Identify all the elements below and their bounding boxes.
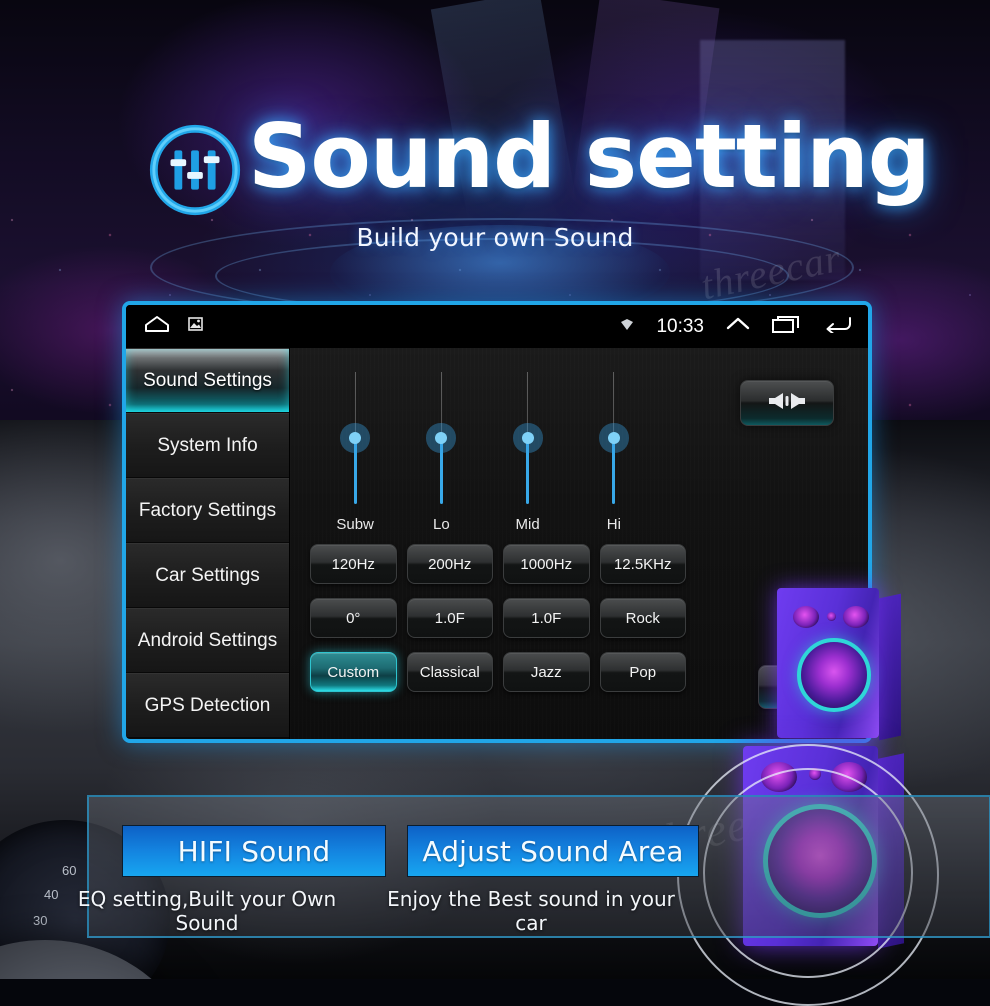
sidebar-item-factory-settings[interactable]: Factory Settings bbox=[126, 478, 289, 543]
clock: 10:33 bbox=[656, 315, 704, 337]
crossover-120hz-button[interactable]: 120Hz bbox=[310, 544, 397, 584]
port-icon bbox=[827, 612, 836, 621]
sidebar: Sound Settings System Info Factory Setti… bbox=[126, 348, 290, 739]
banner-column-hifi: HIFI Sound EQ setting,Built your Own Sou… bbox=[78, 797, 389, 936]
slider-subw[interactable]: Subw bbox=[312, 366, 398, 533]
hero-section: Sound setting Build your own Sound bbox=[0, 55, 990, 252]
sidebar-item-label: System Info bbox=[157, 434, 258, 456]
preset-pop-button[interactable]: Pop bbox=[599, 652, 686, 692]
sidebar-item-label: Factory Settings bbox=[138, 499, 277, 521]
balance-fader-button[interactable] bbox=[740, 380, 834, 426]
slider-label: Subw bbox=[336, 516, 374, 533]
balance-speakers-icon bbox=[765, 390, 809, 417]
chevron-up-icon[interactable] bbox=[726, 316, 750, 337]
slider-label: Hi bbox=[606, 516, 621, 533]
sidebar-item-car-settings[interactable]: Car Settings bbox=[126, 543, 289, 608]
feature-banner: HIFI Sound EQ setting,Built your Own Sou… bbox=[78, 795, 990, 938]
preset-custom-button[interactable]: Custom bbox=[310, 652, 397, 692]
speaker-top-side bbox=[879, 593, 901, 741]
crossover-200hz-button[interactable]: 200Hz bbox=[406, 544, 493, 584]
slider-thumb[interactable] bbox=[521, 432, 534, 444]
slider-lo[interactable]: Lo bbox=[398, 366, 484, 533]
sidebar-item-android-settings[interactable]: Android Settings bbox=[126, 608, 289, 673]
back-arrow-icon[interactable] bbox=[824, 315, 852, 338]
button-row: 0° 1.0F 1.0F Rock bbox=[310, 598, 686, 638]
slope-1-0f-button-a[interactable]: 1.0F bbox=[406, 598, 493, 638]
slider-fill bbox=[439, 438, 443, 504]
tweeter-icon bbox=[843, 606, 869, 628]
crossover-12-5khz-button[interactable]: 12.5KHz bbox=[599, 544, 686, 584]
status-bar: 10:33 bbox=[126, 305, 868, 348]
sidebar-item-system-info[interactable]: System Info bbox=[126, 413, 289, 478]
speaker-top-woofer bbox=[797, 638, 871, 712]
sidebar-item-label: Sound Settings bbox=[143, 369, 272, 391]
banner-column-spacer bbox=[689, 797, 989, 936]
screenshot-icon[interactable] bbox=[188, 317, 203, 336]
button-row: 120Hz 200Hz 1000Hz 12.5KHz bbox=[310, 544, 686, 584]
sidebar-item-sound-settings[interactable]: Sound Settings bbox=[126, 348, 289, 413]
home-icon[interactable] bbox=[144, 315, 170, 338]
gauge-tick: 60 bbox=[62, 863, 77, 878]
hifi-sound-button[interactable]: HIFI Sound bbox=[122, 825, 386, 877]
slider-mid[interactable]: Mid bbox=[485, 366, 571, 533]
eq-button-grid: 120Hz 200Hz 1000Hz 12.5KHz 0° 1.0F 1.0F … bbox=[310, 544, 686, 706]
sidebar-item-label: Android Settings bbox=[137, 629, 278, 651]
hero-subtitle: Build your own Sound bbox=[356, 223, 634, 252]
banner-column-sound-area: Adjust Sound Area Enjoy the Best sound i… bbox=[387, 797, 699, 936]
preset-rock-button[interactable]: Rock bbox=[599, 598, 686, 638]
hifi-sound-caption: EQ setting,Built your Own Sound bbox=[77, 887, 337, 935]
slider-thumb[interactable] bbox=[349, 432, 362, 444]
sidebar-item-label: GPS Detection bbox=[144, 694, 271, 716]
slider-label: Mid bbox=[515, 516, 540, 533]
phase-0-button[interactable]: 0° bbox=[310, 598, 397, 638]
slider-label: Lo bbox=[433, 516, 450, 533]
slider-hi[interactable]: Hi bbox=[571, 366, 657, 533]
slider-fill bbox=[526, 438, 530, 504]
slider-thumb[interactable] bbox=[607, 432, 620, 444]
adjust-sound-area-button[interactable]: Adjust Sound Area bbox=[407, 825, 699, 877]
slope-1-0f-button-b[interactable]: 1.0F bbox=[503, 598, 590, 638]
slider-fill bbox=[353, 438, 357, 504]
adjust-sound-area-caption: Enjoy the Best sound in your car bbox=[387, 887, 675, 935]
eq-sliders: Subw Lo Mid Hi bbox=[312, 366, 657, 533]
sidebar-item-label: Car Settings bbox=[155, 564, 260, 586]
preset-classical-button[interactable]: Classical bbox=[406, 652, 493, 692]
equalizer-circle-icon bbox=[146, 121, 244, 219]
tweeter-icon bbox=[793, 606, 819, 628]
slider-fill bbox=[612, 438, 616, 504]
sidebar-item-gps-detection[interactable]: GPS Detection bbox=[126, 673, 289, 738]
recent-apps-icon[interactable] bbox=[772, 315, 802, 338]
slider-thumb[interactable] bbox=[435, 432, 448, 444]
button-row: Custom Classical Jazz Pop bbox=[310, 652, 686, 692]
crossover-1000hz-button[interactable]: 1000Hz bbox=[503, 544, 590, 584]
preset-jazz-button[interactable]: Jazz bbox=[503, 652, 590, 692]
wifi-diamond-icon bbox=[620, 318, 634, 336]
page-title: Sound setting bbox=[248, 105, 931, 208]
gauge-tick: 30 bbox=[33, 913, 48, 928]
